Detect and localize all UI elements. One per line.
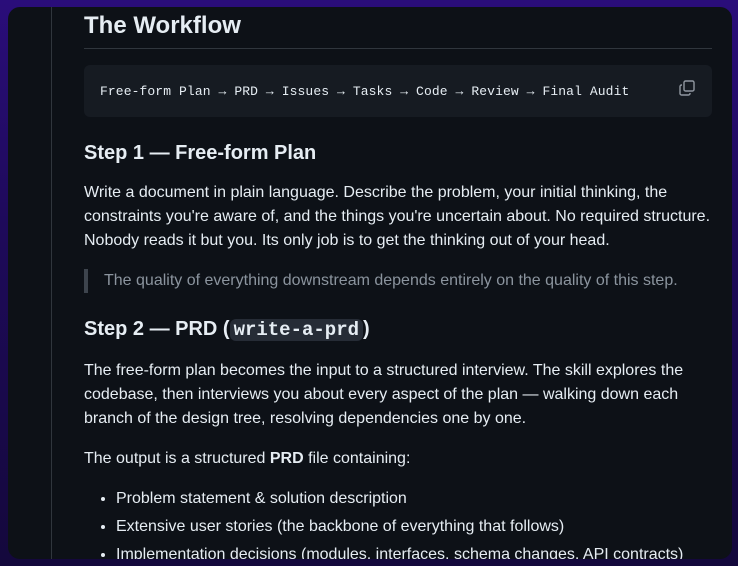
step1-quote-text: The quality of everything downstream dep…: [104, 272, 678, 289]
pipeline-code: Free-form Plan → PRD → Issues → Tasks → …: [100, 83, 630, 99]
copy-icon[interactable]: [678, 79, 696, 97]
step2-heading-code: write-a-prd: [229, 319, 363, 341]
step2-paragraph: The free-form plan becomes the input to …: [84, 362, 684, 427]
output-bold: PRD: [269, 450, 304, 467]
output-prefix: The output is a structured: [84, 450, 270, 467]
step1-heading: Step 1 — Free-form Plan: [84, 142, 317, 164]
output-suffix: file containing:: [303, 450, 411, 467]
list-item: Implementation decisions (modules, inter…: [116, 543, 712, 559]
step1-paragraph: Write a document in plain language. Desc…: [84, 184, 711, 249]
step2-output-line: The output is a structured PRD file cont…: [84, 447, 712, 471]
step2-heading-prefix: Step 2 — PRD (: [84, 318, 230, 340]
prd-contents-list: Problem statement & solution description…: [84, 487, 712, 559]
step2-heading: Step 2 — PRD (write-a-prd): [84, 317, 712, 342]
pipeline-codeblock: Free-form Plan → PRD → Issues → Tasks → …: [84, 65, 712, 117]
step1-quote: The quality of everything downstream dep…: [84, 269, 712, 293]
markdown-preview-window: The Workflow Free-form Plan → PRD → Issu…: [8, 7, 732, 559]
document-content: The Workflow Free-form Plan → PRD → Issu…: [84, 7, 712, 559]
step2-heading-suffix: ): [363, 318, 370, 340]
gutter-divider: [51, 7, 52, 559]
page-title: The Workflow: [84, 7, 712, 49]
list-item: Extensive user stories (the backbone of …: [116, 515, 712, 539]
list-item: Problem statement & solution description: [116, 487, 712, 511]
